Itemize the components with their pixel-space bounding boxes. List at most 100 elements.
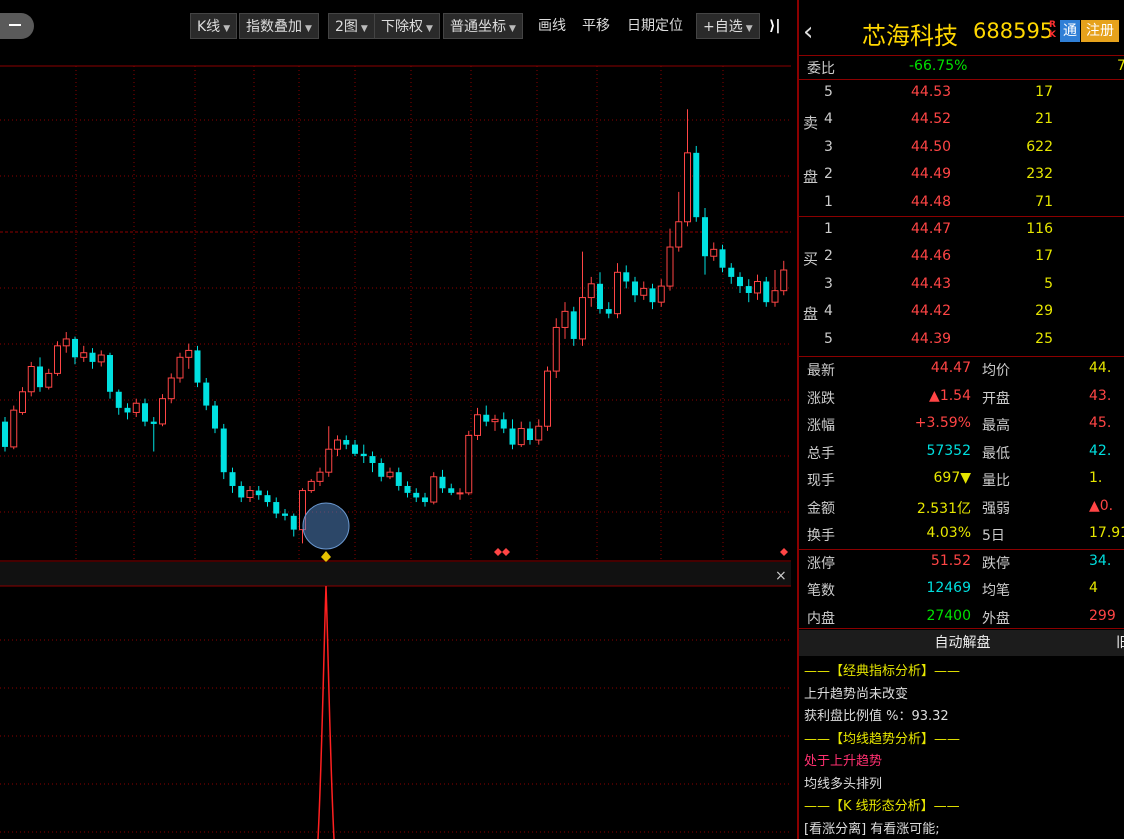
sell-level: 1 — [824, 193, 833, 210]
chevron-down-icon: ▼ — [223, 24, 231, 34]
candle-body — [448, 488, 455, 493]
candle-body — [509, 428, 516, 445]
two-chart-dropdown[interactable]: 2图 ▼ — [328, 13, 375, 39]
kline-chart[interactable]: × — [0, 0, 791, 839]
candle-body — [19, 391, 26, 413]
auto-analysis-right[interactable]: 旧 — [1116, 630, 1124, 656]
collapse-icon[interactable]: ⟩| — [769, 13, 781, 39]
candle-body — [517, 428, 525, 446]
minus-icon[interactable] — [9, 24, 21, 26]
coord-label: 普通坐标 — [450, 19, 506, 35]
draw-line-button[interactable]: 画线 — [538, 13, 566, 39]
stat-label-right: 均价 — [982, 363, 1010, 379]
stat-label-right: 强弱 — [982, 500, 1010, 517]
candle-body — [150, 421, 157, 424]
stat-label-right: 5日 — [982, 528, 1005, 544]
sell-price: 44.48 — [911, 193, 952, 210]
stat-label: 涨停 — [807, 555, 835, 572]
chart-area[interactable]: × K线 ▼ 指数叠加 ▼ 2图 ▼ 下除权 ▼ 普通坐标 ▼ 画线 平移 日期定位 +自… — [0, 0, 791, 839]
chevron-down-icon: ▼ — [745, 24, 753, 34]
divider — [799, 628, 1124, 629]
candle-body — [500, 419, 507, 429]
highlight-circle — [302, 502, 350, 550]
candle-body — [491, 418, 499, 423]
back-arrow-icon[interactable]: ‹ — [803, 17, 813, 47]
candle-body — [684, 152, 691, 223]
rk-top: R — [1049, 20, 1056, 30]
adjust-dropdown[interactable]: 下除权 ▼ — [374, 13, 440, 39]
candle-body — [352, 444, 358, 454]
buy-volume: 25 — [1035, 330, 1053, 347]
candle-body — [264, 495, 271, 503]
divider — [799, 356, 1124, 357]
stat-value-right: 4 — [1089, 580, 1098, 596]
sell-level: 4 — [824, 111, 833, 128]
stat-label: 最新 — [807, 363, 835, 379]
analysis-line: ——【均线趋势分析】—— — [804, 731, 961, 747]
analysis-line: ——【经典指标分析】—— — [804, 664, 961, 679]
index-overlay-dropdown[interactable]: 指数叠加 ▼ — [239, 13, 319, 39]
candle-body — [570, 311, 577, 339]
candle-body — [666, 246, 674, 287]
candle-body — [483, 414, 490, 422]
candle-body — [430, 476, 438, 503]
sell-volume: 71 — [1035, 193, 1053, 210]
stat-value-right: 45. — [1089, 415, 1112, 431]
date-locate-button[interactable]: 日期定位 — [627, 13, 683, 39]
stat-label: 金额 — [807, 500, 835, 517]
buy-volume: 5 — [1044, 275, 1053, 292]
stat-value-right: 1. — [1089, 470, 1103, 486]
candle-body — [605, 309, 612, 314]
tong-badge[interactable]: 通 — [1060, 20, 1080, 42]
stock-header: ‹ 芯海科技 688595 RK 通 注册 — [799, 10, 1124, 54]
stat-label-right: 外盘 — [982, 610, 1010, 627]
candle-body — [649, 288, 656, 303]
candle-body — [623, 272, 630, 282]
sell-side-label-2: 盘 — [803, 168, 819, 186]
candle-body — [307, 480, 315, 492]
sub-panel-header — [0, 562, 791, 586]
stat-value-right: 299 — [1089, 607, 1116, 624]
add-favorite-dropdown[interactable]: +自选 ▼ — [696, 13, 760, 39]
candle-body — [115, 391, 122, 408]
buy-price: 44.42 — [911, 303, 952, 320]
auto-analysis-bar[interactable]: 自动解盘 — [799, 630, 1124, 656]
coord-dropdown[interactable]: 普通坐标 ▼ — [443, 13, 523, 39]
stock-name: 芯海科技 — [862, 22, 958, 50]
chevron-down-icon: ▼ — [426, 24, 433, 34]
candle-body — [273, 502, 280, 514]
buy-price: 44.43 — [911, 275, 952, 292]
divider — [799, 549, 1124, 550]
candle-body — [552, 326, 560, 372]
sell-volume: 17 — [1035, 84, 1053, 100]
candle-body — [80, 352, 88, 358]
index-overlay-label: 指数叠加 — [246, 19, 302, 35]
register-button[interactable]: 注册 — [1081, 20, 1119, 42]
zoom-pill[interactable] — [0, 13, 34, 39]
close-sub-panel-icon[interactable]: × — [775, 568, 787, 584]
stat-label-right: 开盘 — [982, 390, 1010, 407]
stat-label: 现手 — [807, 473, 835, 489]
chart-toolbar: K线 ▼ 指数叠加 ▼ 2图 ▼ 下除权 ▼ 普通坐标 ▼ 画线 平移 日期定位 +自选 ▼… — [0, 0, 791, 52]
candle-body — [185, 349, 193, 358]
sell-price: 44.53 — [911, 84, 952, 100]
chevron-down-icon: ▼ — [305, 24, 312, 34]
pan-button[interactable]: 平移 — [582, 13, 610, 39]
sell-level: 3 — [824, 138, 833, 155]
signal-marker — [494, 548, 502, 556]
add-favorite-label: +自选 — [703, 19, 743, 35]
buy-level: 4 — [824, 303, 833, 320]
chevron-down-icon: ▼ — [360, 24, 368, 34]
stat-value: 12469 — [926, 580, 971, 596]
candle-body — [404, 485, 411, 493]
candle-body — [422, 497, 428, 503]
candle-body — [386, 471, 394, 478]
sell-price: 44.50 — [911, 138, 952, 155]
candle-body — [378, 462, 385, 477]
candle-body — [728, 267, 735, 277]
kline-dropdown[interactable]: K线 ▼ — [190, 13, 238, 39]
rk-bottom: K — [1049, 30, 1056, 40]
divider — [799, 216, 1124, 217]
candle-body — [693, 152, 700, 218]
stat-value: +3.59% — [914, 415, 971, 431]
